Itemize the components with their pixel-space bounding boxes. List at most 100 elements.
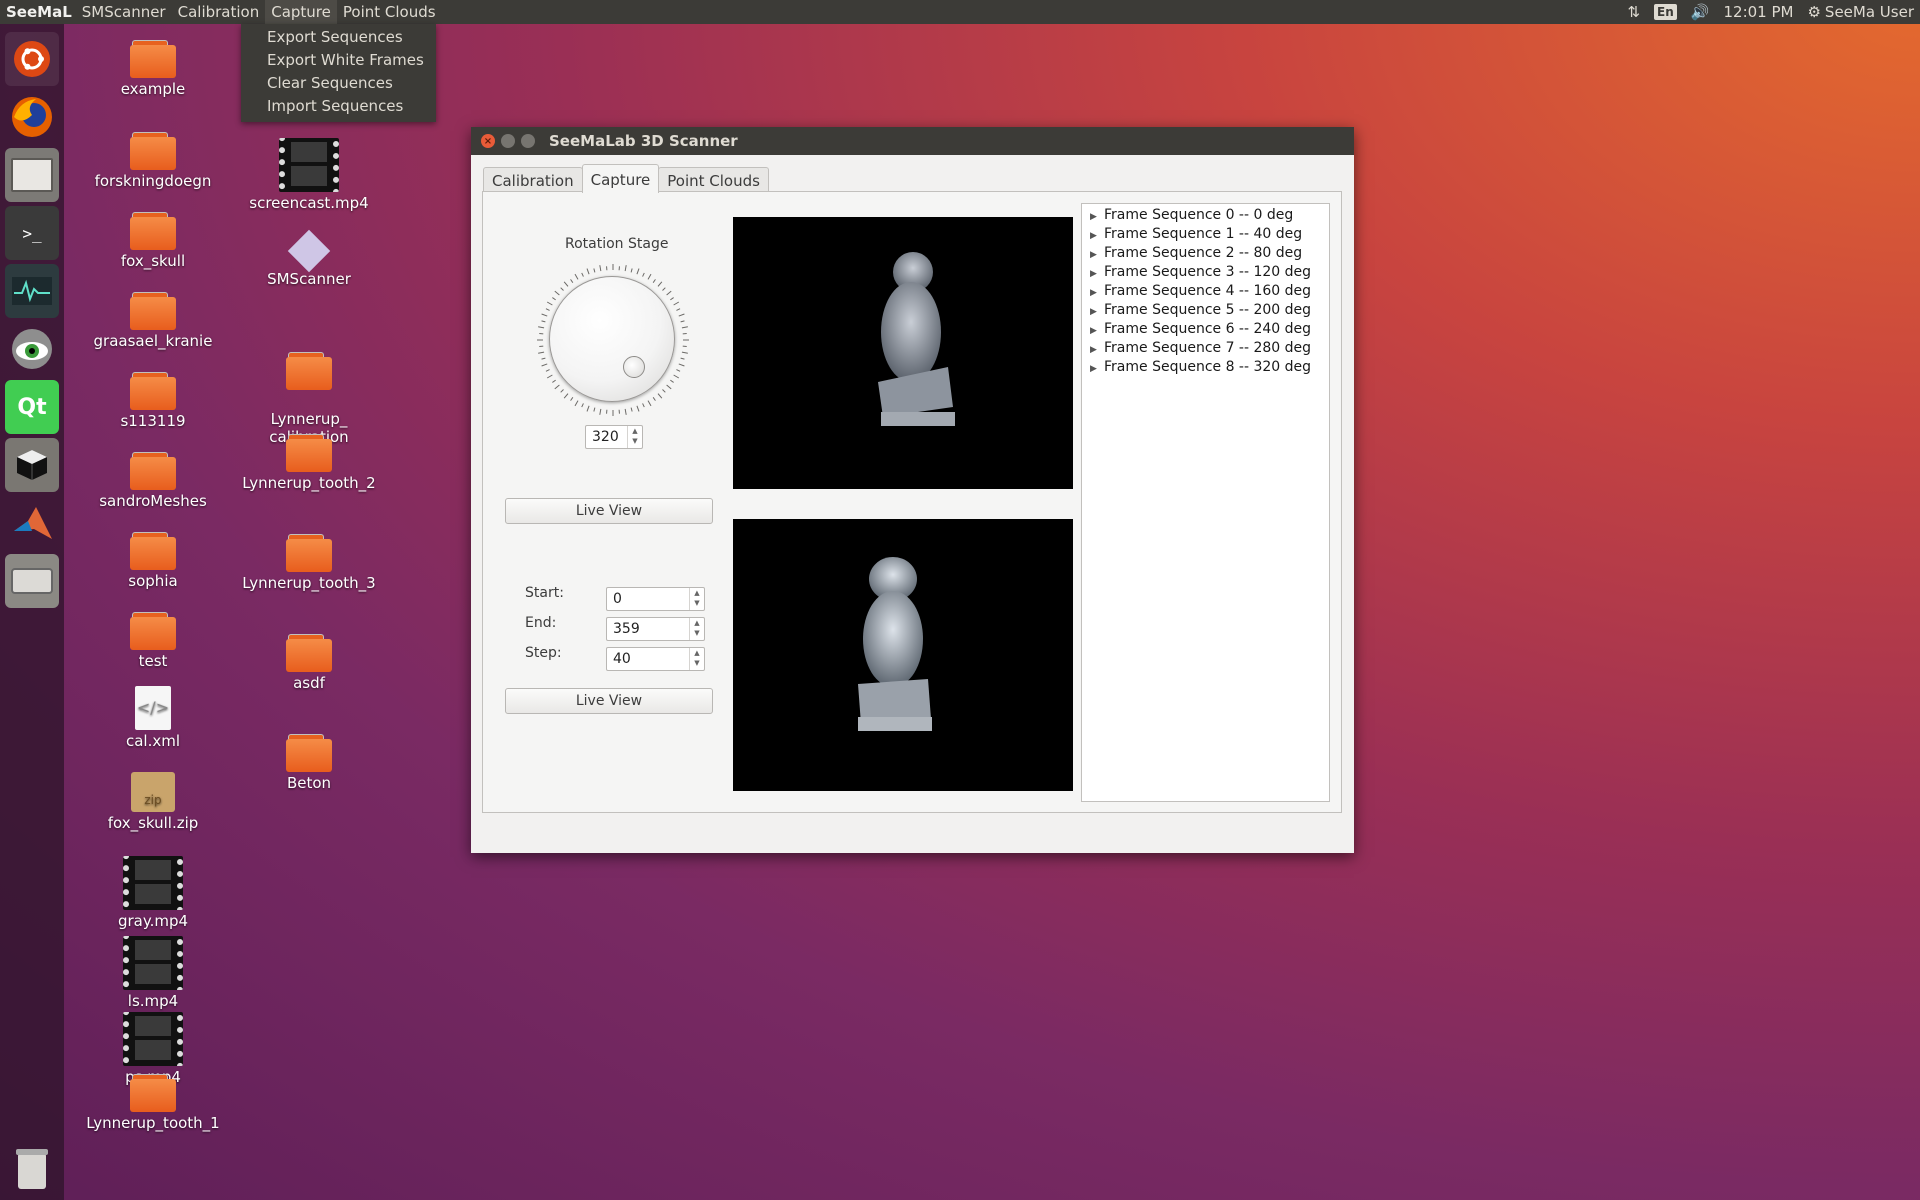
end-spinbox[interactable]: 359 ▲ ▼ (606, 617, 705, 641)
xml-file-icon: </> (135, 686, 171, 730)
tree-item[interactable]: ▶ Frame Sequence 4 -- 160 deg (1082, 282, 1329, 301)
dial-tick (642, 403, 645, 408)
desktop-folder-forskningdoegn[interactable]: forskningdoegn (78, 132, 228, 190)
spin-arrows-icon[interactable]: ▲ ▼ (689, 648, 704, 670)
minimize-icon[interactable] (501, 134, 515, 148)
capture-dropdown-menu: Export Sequences Export White Frames Cle… (241, 24, 436, 122)
desktop-file-ls-mp4[interactable]: ls.mp4 (78, 936, 228, 1010)
smscanner-app-icon[interactable] (5, 438, 59, 492)
owl-image-1 (878, 252, 955, 426)
menu-point-clouds[interactable]: Point Clouds (337, 0, 442, 24)
menu-calibration[interactable]: Calibration (172, 0, 266, 24)
desktop-folder-test[interactable]: test (78, 612, 228, 670)
expand-arrow-icon[interactable]: ▶ (1090, 360, 1104, 379)
desktop-file-screencast-mp4[interactable]: screencast.mp4 (234, 138, 384, 212)
desktop-folder-lynnerup-tooth-1[interactable]: Lynnerup_tooth_1 (78, 1074, 228, 1132)
network-icon[interactable]: ⇅ (1627, 3, 1640, 21)
menu-item-clear-sequences[interactable]: Clear Sequences (241, 72, 436, 95)
system-monitor-icon[interactable] (5, 264, 59, 318)
spin-arrows-icon[interactable]: ▲ ▼ (689, 588, 704, 610)
clock[interactable]: 12:01 PM (1723, 3, 1793, 21)
dial-tick (538, 326, 545, 329)
spin-arrows-icon[interactable]: ▲ ▼ (689, 618, 704, 640)
live-view-button[interactable]: Live View (505, 498, 713, 524)
desktop-folder-sandromeshes[interactable]: sandroMeshes (78, 452, 228, 510)
desktop-folder-example[interactable]: example (78, 40, 228, 98)
desktop-folder-fox-skull[interactable]: fox_skull (78, 212, 228, 270)
tree-item[interactable]: ▶ Frame Sequence 5 -- 200 deg (1082, 301, 1329, 320)
step-spinbox[interactable]: 40 ▲ ▼ (606, 647, 705, 671)
volume-icon[interactable]: 🔊 (1691, 3, 1710, 21)
dial-tick (678, 363, 685, 367)
dial-tick (538, 351, 545, 354)
firefox-icon[interactable] (5, 90, 59, 144)
dial-tick (657, 281, 663, 287)
spin-arrows-icon[interactable]: ▲ ▼ (627, 426, 642, 448)
tab-capture[interactable]: Capture (581, 164, 660, 193)
dial-handle[interactable] (623, 356, 645, 378)
frame-sequence-tree[interactable]: ▶ Frame Sequence 0 -- 0 deg ▶ Frame Sequen… (1081, 203, 1330, 802)
start-spinbox[interactable]: 0 ▲ ▼ (606, 587, 705, 611)
qt-creator-icon[interactable]: Qt (5, 380, 59, 434)
menu-capture[interactable]: Capture (265, 0, 337, 24)
menu-smscanner[interactable]: SMScanner (76, 0, 172, 24)
matlab-icon[interactable] (5, 496, 59, 550)
menu-item-export-sequences[interactable]: Export Sequences (241, 26, 436, 49)
top-panel: SeeMaL SMScanner Calibration Capture Poi… (0, 0, 1920, 24)
desktop-folder-lynnerup-tooth-3[interactable]: Lynnerup_tooth_3 (234, 534, 384, 592)
folder-icon (130, 212, 176, 250)
desktop-folder-sophia[interactable]: sophia (78, 532, 228, 590)
folder-icon (286, 634, 332, 672)
eye-of-gnome-icon[interactable] (5, 322, 59, 376)
rotation-dial[interactable] (535, 262, 691, 418)
dial-tick (546, 374, 553, 379)
maximize-icon[interactable] (521, 134, 535, 148)
tree-item[interactable]: ▶ Frame Sequence 8 -- 320 deg (1082, 358, 1329, 377)
close-icon[interactable]: × (481, 134, 495, 148)
dial-face[interactable] (549, 276, 675, 402)
dial-tick (541, 320, 546, 323)
dial-tick (586, 268, 590, 275)
desktop-folder-lynnerup-tooth-2[interactable]: Lynnerup_tooth_2 (234, 434, 384, 492)
tree-item[interactable]: ▶ Frame Sequence 7 -- 280 deg (1082, 339, 1329, 358)
smscanner-icon (287, 229, 331, 273)
desktop-app-smscanner[interactable]: SMScanner (234, 229, 384, 288)
files-icon[interactable] (5, 148, 59, 202)
tree-item[interactable]: ▶ Frame Sequence 0 -- 0 deg (1082, 206, 1329, 225)
tab-point-clouds[interactable]: Point Clouds (658, 167, 769, 193)
live-view-button-2[interactable]: Live View (505, 688, 713, 714)
desktop-folder-asdf[interactable]: asdf (234, 634, 384, 692)
desktop-file-cal-xml[interactable]: </> cal.xml (78, 686, 228, 750)
desktop-folder-s113119[interactable]: s113119 (78, 372, 228, 430)
desktop-folder-graasael-kranie[interactable]: graasael_kranie (78, 292, 228, 350)
folder-icon (130, 452, 176, 490)
scanner-window: × SeeMaLab 3D Scanner Calibration Captur… (471, 127, 1354, 853)
menu-item-export-white-frames[interactable]: Export White Frames (241, 49, 436, 72)
angle-spinbox[interactable]: 320 ▲ ▼ (585, 425, 643, 449)
desktop-file-gray-mp4[interactable]: gray.mp4 (78, 856, 228, 930)
tree-item[interactable]: ▶ Frame Sequence 2 -- 80 deg (1082, 244, 1329, 263)
dial-tick (560, 287, 564, 291)
window-titlebar[interactable]: × SeeMaLab 3D Scanner (471, 127, 1354, 155)
dial-tick (673, 301, 680, 306)
dial-tick (541, 313, 548, 317)
video-file-icon (279, 138, 339, 192)
dial-tick (570, 279, 574, 283)
tree-item[interactable]: ▶ Frame Sequence 3 -- 120 deg (1082, 263, 1329, 282)
user-name[interactable]: SeeMa User (1825, 3, 1914, 21)
ubuntu-dash-icon[interactable] (5, 32, 59, 86)
desktop-file-fox-skull-zip[interactable]: zip fox_skull.zip (78, 772, 228, 832)
tree-item[interactable]: ▶ Frame Sequence 6 -- 240 deg (1082, 320, 1329, 339)
disk-icon[interactable] (5, 554, 59, 608)
menu-item-import-sequences[interactable]: Import Sequences (241, 95, 436, 118)
dial-tick (546, 301, 553, 306)
desktop-folder-beton[interactable]: Beton (234, 734, 384, 792)
tree-item[interactable]: ▶ Frame Sequence 1 -- 40 deg (1082, 225, 1329, 244)
trash-icon[interactable] (5, 1142, 59, 1196)
keyboard-layout-indicator[interactable]: En (1654, 4, 1677, 20)
dial-tick (647, 400, 652, 407)
gear-icon[interactable]: ⚙ (1807, 3, 1820, 21)
dial-tick (570, 397, 574, 401)
tab-calibration[interactable]: Calibration (483, 167, 583, 193)
terminal-icon[interactable]: >_ (5, 206, 59, 260)
